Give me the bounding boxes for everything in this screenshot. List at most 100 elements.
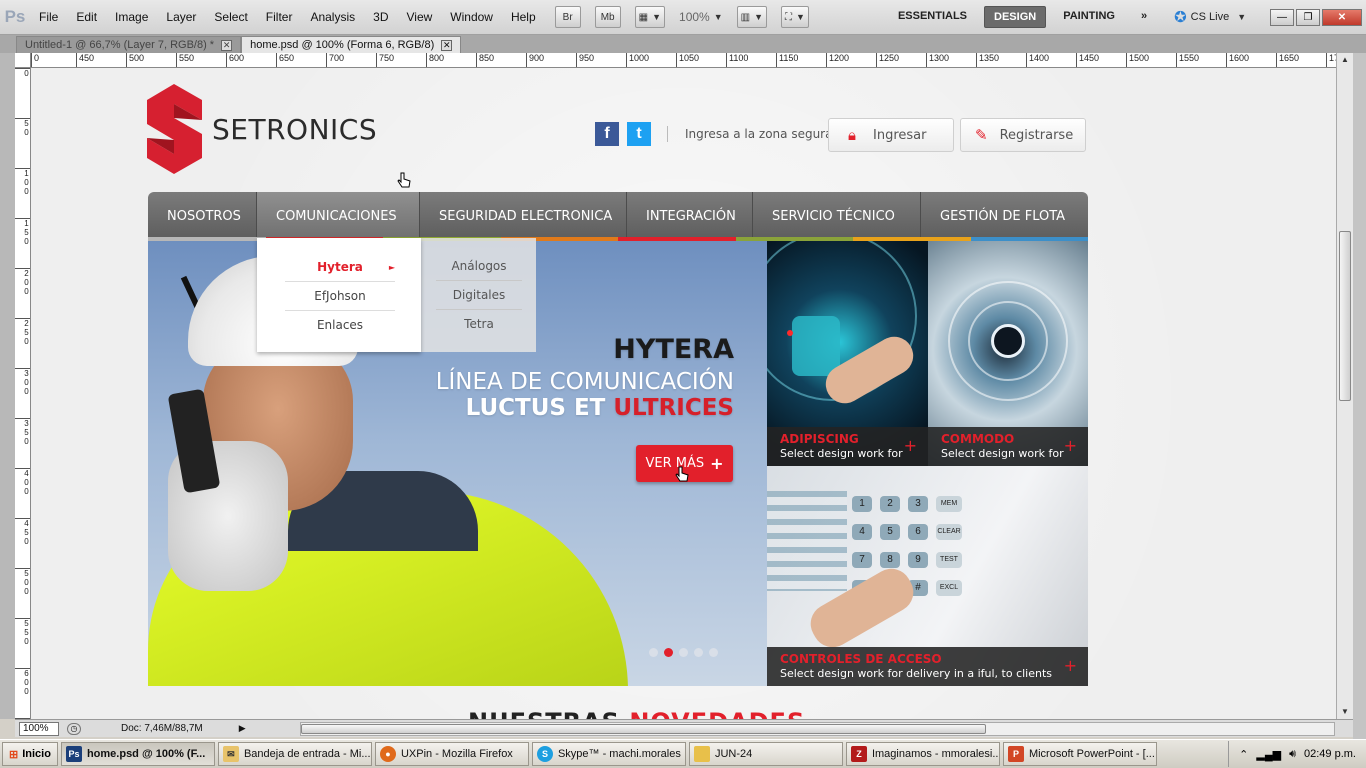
view-extras-button[interactable]: ▦ ▼	[634, 6, 666, 28]
menu-select[interactable]: Select	[205, 0, 256, 35]
ruler-tick: 1600	[1226, 53, 1249, 67]
plus-icon[interactable]: +	[904, 436, 917, 455]
vertical-scroll-thumb[interactable]	[1339, 231, 1351, 401]
menu-3d[interactable]: 3D	[364, 0, 397, 35]
task-firefox[interactable]: ● UXPin - Mozilla Firefox	[374, 742, 529, 766]
more-workspaces-icon[interactable]: »	[1132, 6, 1156, 28]
vertical-ruler[interactable]: 050100150200250300350400450500550600650	[15, 68, 31, 719]
tile-commodo[interactable]: COMMODO Select design work for +	[928, 241, 1088, 466]
site-logo[interactable]: SETRONICS	[147, 84, 377, 174]
plus-icon[interactable]: +	[1064, 656, 1077, 675]
close-button[interactable]: ✕	[1322, 8, 1362, 26]
dropdown-item-efjohson[interactable]: EfJohson	[285, 282, 395, 311]
task-mail[interactable]: ✉ Bandeja de entrada - Mi...	[217, 742, 372, 766]
task-folder[interactable]: JUN-24	[688, 742, 843, 766]
tab-untitled-1[interactable]: Untitled-1 @ 66,7% (Layer 7, RGB/8) * ✕	[16, 36, 242, 53]
tray-expand-icon[interactable]: ⌃	[1239, 748, 1248, 761]
menu-file[interactable]: File	[30, 0, 67, 35]
task-photoshop[interactable]: Ps home.psd @ 100% (F...	[60, 742, 215, 766]
horizontal-ruler[interactable]: 0 450 500 550 600 650 700 750 800 850 900 950 1000 10…	[31, 53, 1336, 68]
volume-icon[interactable]: 🔊︎	[1289, 748, 1296, 761]
task-powerpoint[interactable]: P Microsoft PowerPoint - [...	[1002, 742, 1157, 766]
doc-size: Doc: 7,46M/88,7M	[121, 723, 203, 734]
vertical-scrollbar[interactable]: ▲ ▼	[1336, 53, 1353, 719]
tile-controles-de-acceso[interactable]: 123MEM456CLEAR789TEST*0#EXCL CONTROLES D…	[767, 466, 1088, 686]
tile-adipiscing[interactable]: ADIPISCING Select design work for +	[767, 241, 928, 466]
horizontal-scroll-thumb[interactable]	[301, 724, 986, 734]
slider-dot[interactable]	[709, 648, 718, 657]
close-icon[interactable]: ✕	[221, 39, 233, 51]
submenu: Análogos Digitales Tetra	[421, 238, 536, 352]
section-heading: NUESTRAS NOVEDADES	[468, 708, 805, 719]
twitter-icon[interactable]: t	[627, 122, 651, 146]
nav-servicio-tecnico[interactable]: SERVICIO TÉCNICO	[753, 192, 921, 240]
firefox-icon: ●	[379, 746, 396, 762]
tile-subtitle: Select design work for delivery in a ifu…	[780, 667, 1053, 680]
ruler-tick: 550	[176, 53, 194, 67]
slider-dot[interactable]	[694, 648, 703, 657]
scroll-up-icon[interactable]: ▲	[1338, 53, 1352, 67]
menu-filter[interactable]: Filter	[257, 0, 302, 35]
zoom-level[interactable]: 100%	[679, 10, 710, 24]
submenu-item-analogos[interactable]: Análogos	[436, 252, 522, 281]
slider-dot[interactable]	[649, 648, 658, 657]
plus-icon: +	[710, 454, 724, 473]
status-info-icon[interactable]: ◷	[67, 722, 81, 735]
slider-dot[interactable]	[679, 648, 688, 657]
minimize-button[interactable]: —	[1270, 8, 1294, 26]
nav-comunicaciones[interactable]: COMUNICACIONES	[257, 192, 420, 240]
ruler-tick: 500	[126, 53, 144, 67]
dropdown-item-hytera[interactable]: Hytera	[285, 253, 395, 282]
scroll-down-icon[interactable]: ▼	[1338, 705, 1352, 719]
bridge-button[interactable]: Br	[554, 6, 581, 28]
facebook-icon[interactable]: f	[595, 122, 619, 146]
slider-dot[interactable]	[664, 648, 673, 657]
mini-bridge-button[interactable]: Mb	[594, 6, 621, 28]
task-skype[interactable]: S Skype™ - machi.morales	[531, 742, 686, 766]
menu-window[interactable]: Window	[441, 0, 502, 35]
nav-integracion[interactable]: INTEGRACIÓN	[627, 192, 753, 240]
menu-view[interactable]: View	[397, 0, 441, 35]
workspace-painting[interactable]: PAINTING	[1054, 6, 1124, 28]
document-canvas[interactable]: SETRONICS f t Ingresa a la zona segura 🔒…	[31, 68, 1336, 719]
ruler-tick: 950	[576, 53, 594, 67]
login-button[interactable]: 🔒︎ Ingresar	[828, 118, 954, 152]
workspace-essentials[interactable]: ESSENTIALS	[889, 6, 976, 28]
register-button[interactable]: ✎ Registrarse	[960, 118, 1086, 152]
network-icon[interactable]: ▂▄▆	[1256, 748, 1281, 761]
arrange-documents-button[interactable]: ▥ ▼	[736, 6, 768, 28]
chevron-down-icon[interactable]: ▼	[714, 12, 723, 22]
start-button[interactable]: ⊞ Inicio	[2, 742, 58, 766]
close-icon[interactable]: ✕	[441, 39, 453, 51]
nav-seguridad-electronica[interactable]: SEGURIDAD ELECTRONICA	[420, 192, 627, 240]
clock[interactable]: 02:49 p.m.	[1304, 748, 1356, 760]
scanner-pad	[792, 316, 840, 376]
menu-image[interactable]: Image	[106, 0, 157, 35]
keypad-key: 4	[852, 524, 872, 540]
dropdown-item-enlaces[interactable]: Enlaces	[285, 311, 395, 340]
tab-home-psd[interactable]: home.psd @ 100% (Forma 6, RGB/8) ✕	[241, 36, 462, 53]
menu-help[interactable]: Help	[502, 0, 545, 35]
filezilla-icon: Z	[850, 746, 867, 762]
horizontal-scrollbar[interactable]	[300, 722, 1335, 736]
menu-analysis[interactable]: Analysis	[301, 0, 364, 35]
ruler-origin[interactable]	[15, 53, 31, 68]
submenu-item-digitales[interactable]: Digitales	[436, 281, 522, 310]
workspace-design[interactable]: DESIGN	[984, 6, 1047, 28]
submenu-item-tetra[interactable]: Tetra	[436, 310, 522, 339]
hand-cursor-icon	[675, 466, 689, 482]
restore-button[interactable]: ❐	[1296, 8, 1320, 26]
plus-icon[interactable]: +	[1064, 436, 1077, 455]
nav-gestion-de-flota[interactable]: GESTIÓN DE FLOTA	[921, 192, 1088, 240]
task-filezilla[interactable]: Z Imaginamos - mmoralesi...	[845, 742, 1000, 766]
menu-layer[interactable]: Layer	[157, 0, 205, 35]
screen-mode-button[interactable]: ⛶ ▼	[781, 6, 809, 28]
cs-live-menu[interactable]: ✪ CS Live ▼	[1174, 8, 1246, 26]
nav-nosotros[interactable]: NOSOTROS	[148, 192, 257, 240]
status-menu-icon[interactable]: ▶	[239, 723, 246, 734]
status-zoom-field[interactable]: 100%	[19, 721, 59, 736]
menu-edit[interactable]: Edit	[67, 0, 106, 35]
section-heading-a: NUESTRAS	[468, 708, 620, 719]
keypad-key: 2	[880, 496, 900, 512]
window-controls: — ❐ ✕	[1270, 8, 1362, 26]
